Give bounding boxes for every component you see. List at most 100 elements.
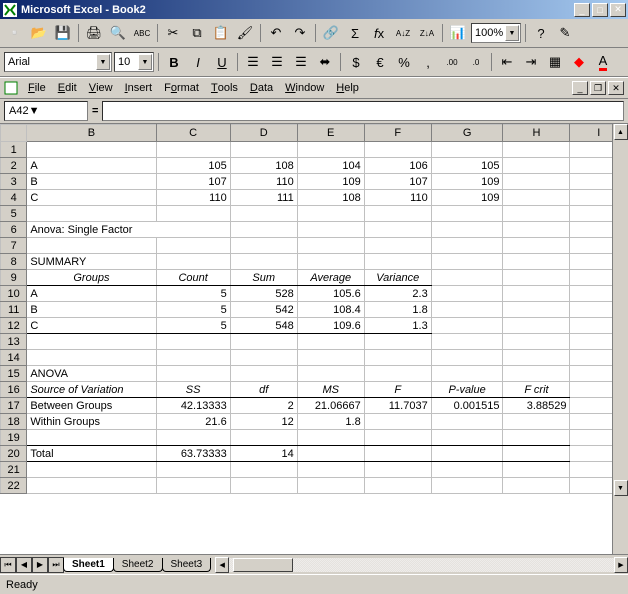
scroll-left-icon[interactable]: ◀: [215, 557, 229, 573]
mdi-close[interactable]: ✕: [608, 81, 624, 95]
cell[interactable]: Between Groups: [27, 398, 156, 414]
cell[interactable]: 542: [230, 302, 297, 318]
cell[interactable]: Average: [297, 270, 364, 286]
row-header[interactable]: 12: [1, 318, 27, 334]
cell[interactable]: 14: [230, 446, 297, 462]
worksheet-grid[interactable]: B C D E F G H I 1 2A105108104106105 3B10…: [0, 124, 628, 554]
col-header-f[interactable]: F: [364, 125, 431, 142]
cell[interactable]: 11.7037: [364, 398, 431, 414]
scroll-thumb[interactable]: [233, 558, 293, 572]
cell[interactable]: 5: [156, 302, 230, 318]
font-color-icon[interactable]: A: [592, 51, 614, 73]
col-header-g[interactable]: G: [431, 125, 503, 142]
formula-input[interactable]: [102, 101, 624, 121]
euro-icon[interactable]: €: [369, 51, 391, 73]
row-header[interactable]: 3: [1, 174, 27, 190]
mdi-minimize[interactable]: _: [572, 81, 588, 95]
row-header[interactable]: 6: [1, 222, 27, 238]
cell[interactable]: df: [230, 382, 297, 398]
sheet-tab-2[interactable]: Sheet2: [113, 558, 163, 572]
tab-nav-prev-icon[interactable]: ◀: [16, 557, 32, 573]
col-header-c[interactable]: C: [156, 125, 230, 142]
cell[interactable]: F crit: [503, 382, 570, 398]
inc-decimal-icon[interactable]: .00: [441, 51, 463, 73]
redo-icon[interactable]: ↷: [289, 22, 311, 44]
row-header[interactable]: 4: [1, 190, 27, 206]
font-size-combo[interactable]: 10▼: [114, 52, 154, 72]
col-header-h[interactable]: H: [503, 125, 570, 142]
cell[interactable]: 107: [156, 174, 230, 190]
function-icon[interactable]: fx: [368, 22, 390, 44]
close-button[interactable]: ✕: [610, 3, 626, 17]
cell[interactable]: 105: [431, 158, 503, 174]
new-icon[interactable]: ▫️: [4, 22, 26, 44]
underline-icon[interactable]: U: [211, 51, 233, 73]
drawing-icon[interactable]: ✎: [554, 22, 576, 44]
cell[interactable]: 12: [230, 414, 297, 430]
currency-icon[interactable]: $: [345, 51, 367, 73]
cell[interactable]: 5: [156, 286, 230, 302]
cell[interactable]: 3.88529: [503, 398, 570, 414]
menu-view[interactable]: View: [83, 80, 119, 96]
comma-icon[interactable]: ,: [417, 51, 439, 73]
row-header[interactable]: 9: [1, 270, 27, 286]
row-header[interactable]: 7: [1, 238, 27, 254]
menu-data[interactable]: Data: [244, 80, 279, 96]
format-painter-icon[interactable]: 🖌: [234, 22, 256, 44]
menu-window[interactable]: Window: [279, 80, 330, 96]
row-header[interactable]: 13: [1, 334, 27, 350]
cell[interactable]: 108: [297, 190, 364, 206]
row-header[interactable]: 17: [1, 398, 27, 414]
cell[interactable]: 110: [364, 190, 431, 206]
cell[interactable]: Groups: [27, 270, 156, 286]
row-header[interactable]: 8: [1, 254, 27, 270]
cell[interactable]: A: [27, 286, 156, 302]
menu-insert[interactable]: Insert: [119, 80, 159, 96]
sheet-tab-1[interactable]: Sheet1: [63, 558, 114, 572]
mdi-restore[interactable]: ❐: [590, 81, 606, 95]
horizontal-scrollbar[interactable]: ◀ ▶: [215, 557, 628, 573]
menu-format[interactable]: Format: [158, 80, 205, 96]
undo-icon[interactable]: ↶: [265, 22, 287, 44]
percent-icon[interactable]: %: [393, 51, 415, 73]
cell[interactable]: 104: [297, 158, 364, 174]
italic-icon[interactable]: I: [187, 51, 209, 73]
cell[interactable]: 1.3: [364, 318, 431, 334]
row-header[interactable]: 18: [1, 414, 27, 430]
cell[interactable]: 1.8: [364, 302, 431, 318]
select-all-corner[interactable]: [1, 125, 27, 142]
vertical-scrollbar[interactable]: ▲ ▼: [612, 124, 628, 554]
row-header[interactable]: 5: [1, 206, 27, 222]
row-header[interactable]: 16: [1, 382, 27, 398]
scroll-down-icon[interactable]: ▼: [614, 480, 628, 496]
cell[interactable]: MS: [297, 382, 364, 398]
cell[interactable]: Sum: [230, 270, 297, 286]
cell[interactable]: 109: [431, 190, 503, 206]
sheet-tab-3[interactable]: Sheet3: [162, 558, 212, 572]
cell[interactable]: B: [27, 302, 156, 318]
autosum-icon[interactable]: Σ: [344, 22, 366, 44]
cell[interactable]: 106: [364, 158, 431, 174]
name-box[interactable]: A42▼: [4, 101, 88, 121]
cell[interactable]: P-value: [431, 382, 503, 398]
cell[interactable]: 5: [156, 318, 230, 334]
row-header[interactable]: 10: [1, 286, 27, 302]
cell[interactable]: 2.3: [364, 286, 431, 302]
row-header[interactable]: 19: [1, 430, 27, 446]
cell[interactable]: C: [27, 190, 156, 206]
cell[interactable]: C: [27, 318, 156, 334]
dec-decimal-icon[interactable]: .0: [465, 51, 487, 73]
indent-dec-icon[interactable]: ⇤: [496, 51, 518, 73]
paste-icon[interactable]: 📋: [210, 22, 232, 44]
menu-help[interactable]: Help: [330, 80, 365, 96]
indent-inc-icon[interactable]: ⇥: [520, 51, 542, 73]
cell[interactable]: 2: [230, 398, 297, 414]
cell[interactable]: Source of Variation: [27, 382, 156, 398]
cell[interactable]: 109: [431, 174, 503, 190]
align-right-icon[interactable]: ☰: [290, 51, 312, 73]
cell[interactable]: 110: [230, 174, 297, 190]
font-combo[interactable]: Arial▼: [4, 52, 112, 72]
cell[interactable]: 0.001515: [431, 398, 503, 414]
menu-file[interactable]: File: [22, 80, 52, 96]
cell[interactable]: B: [27, 174, 156, 190]
